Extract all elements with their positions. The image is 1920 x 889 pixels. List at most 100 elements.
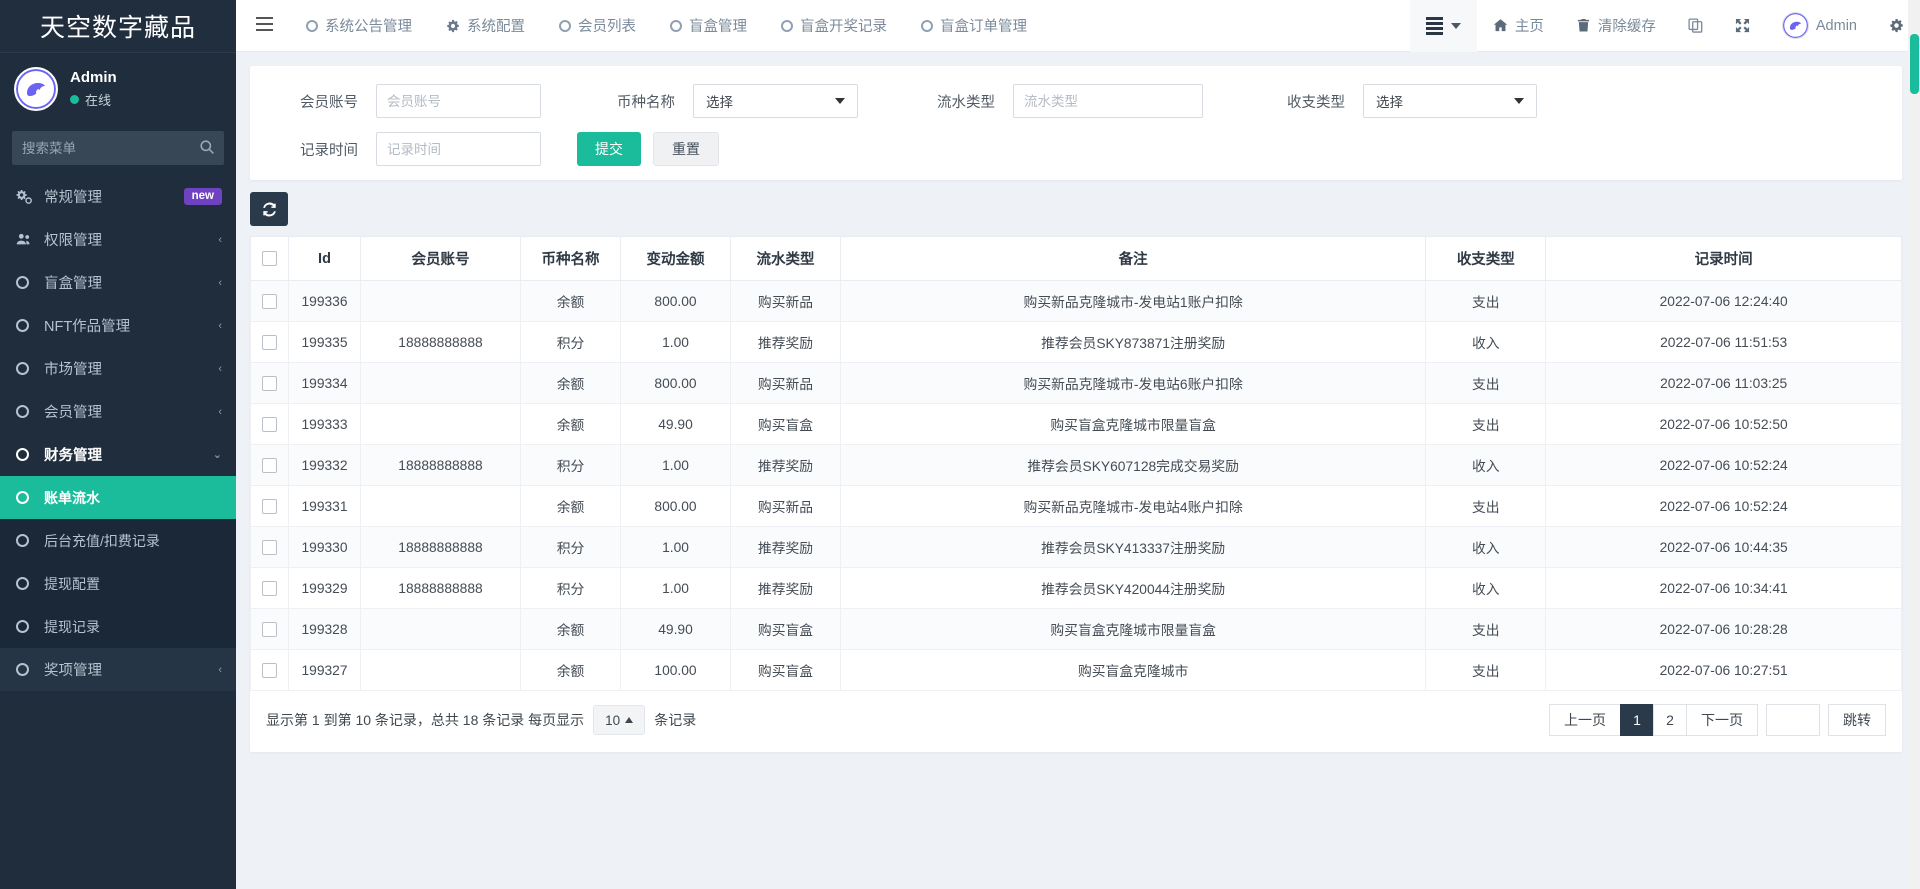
row-select[interactable] bbox=[250, 403, 289, 445]
select-all-header[interactable] bbox=[250, 236, 289, 281]
row-select[interactable] bbox=[250, 567, 289, 609]
sidebar-item-7[interactable]: 账单流水 bbox=[0, 476, 236, 519]
table-row[interactable]: 199334 余额 800.00 购买新品 购买新品克隆城市-发电站6账户扣除 支出 202… bbox=[250, 362, 1902, 404]
topbar-action-copy-icon[interactable] bbox=[1672, 0, 1719, 52]
table-row[interactable]: 199328 余额 49.90 购买盲盒 购买盲盒克隆城市限量盲盒 支出 2022-07-0… bbox=[250, 608, 1902, 650]
account-input[interactable] bbox=[376, 84, 541, 118]
sidebar-item-8[interactable]: 后台充值/扣费记录 bbox=[0, 519, 236, 562]
row-select[interactable] bbox=[250, 321, 289, 363]
row-select[interactable] bbox=[250, 362, 289, 404]
cell-time: 2022-07-06 10:27:51 bbox=[1545, 649, 1902, 691]
sidebar-item-3[interactable]: NFT作品管理 ‹ bbox=[0, 304, 236, 347]
table-row[interactable]: 199330 18888888888 积分 1.00 推荐奖励 推荐会员SKY413337… bbox=[250, 526, 1902, 568]
cell-account bbox=[360, 485, 521, 527]
sidebar-item-2[interactable]: 盲盒管理 ‹ bbox=[0, 261, 236, 304]
row-checkbox[interactable] bbox=[262, 334, 277, 350]
search-input[interactable] bbox=[12, 131, 224, 165]
table-body: 199336 余额 800.00 购买新品 购买新品克隆城市-发电站1账户扣除 支出 202… bbox=[250, 280, 1902, 691]
topbar-action-label: 主页 bbox=[1514, 19, 1544, 35]
reset-button[interactable]: 重置 bbox=[653, 132, 719, 166]
row-select[interactable] bbox=[250, 485, 289, 527]
row-select[interactable] bbox=[250, 608, 289, 650]
currency-select-value: 选择 bbox=[706, 95, 733, 110]
jump-page-input[interactable] bbox=[1766, 704, 1820, 736]
row-checkbox[interactable] bbox=[262, 375, 277, 391]
next-page-button[interactable]: 下一页 bbox=[1686, 704, 1758, 736]
table-row[interactable]: 199332 18888888888 积分 1.00 推荐奖励 推荐会员SKY607128… bbox=[250, 444, 1902, 486]
row-checkbox[interactable] bbox=[262, 457, 277, 473]
sidebar-item-11[interactable]: 奖项管理 ‹ bbox=[0, 648, 236, 691]
topnav-item-2[interactable]: 会员列表 bbox=[542, 0, 653, 52]
sidebar-item-1[interactable]: 权限管理 ‹ bbox=[0, 218, 236, 261]
hamburger-icon[interactable] bbox=[236, 16, 289, 36]
prev-page-button[interactable]: 上一页 bbox=[1549, 704, 1621, 736]
filter-flow-type: 流水类型 bbox=[858, 84, 1203, 118]
flow-type-input[interactable] bbox=[1013, 84, 1203, 118]
topnav-item-3[interactable]: 盲盒管理 bbox=[653, 0, 764, 52]
cell-currency: 余额 bbox=[520, 280, 621, 322]
cell-flow-type: 购买新品 bbox=[730, 362, 841, 404]
row-checkbox[interactable] bbox=[262, 621, 277, 637]
page-size-value: 10 bbox=[605, 712, 621, 728]
topnav-item-5[interactable]: 盲盒订单管理 bbox=[904, 0, 1044, 52]
settings-gear-icon bbox=[1889, 18, 1904, 33]
cell-amount: 1.00 bbox=[620, 321, 731, 363]
topbar-action-bars-dropdown-icon[interactable] bbox=[1409, 0, 1477, 52]
page-size-select[interactable]: 10 bbox=[593, 705, 646, 735]
refresh-button[interactable] bbox=[250, 192, 288, 226]
cell-account: 18888888888 bbox=[360, 444, 521, 486]
topbar-action-label: Admin bbox=[1815, 17, 1857, 34]
page-scrollbar[interactable] bbox=[1908, 0, 1920, 889]
sidebar-item-label: 后台充值/扣费记录 bbox=[44, 532, 160, 549]
table-row[interactable]: 199331 余额 800.00 购买新品 购买新品克隆城市-发电站4账户扣除 支出 202… bbox=[250, 485, 1902, 527]
row-checkbox[interactable] bbox=[262, 662, 277, 678]
sidebar-item-0[interactable]: 常规管理 new bbox=[0, 175, 236, 218]
page-button-1[interactable]: 1 bbox=[1620, 704, 1654, 736]
row-select[interactable] bbox=[250, 649, 289, 691]
currency-select[interactable]: 选择 bbox=[693, 84, 858, 118]
table-row[interactable]: 199336 余额 800.00 购买新品 购买新品克隆城市-发电站1账户扣除 支出 202… bbox=[250, 280, 1902, 322]
topbar-action-home-icon[interactable]: 主页 bbox=[1477, 0, 1560, 52]
topbar-action-trash-icon[interactable]: 清除缓存 bbox=[1560, 0, 1672, 52]
row-checkbox[interactable] bbox=[262, 580, 277, 596]
sidebar-search-box[interactable] bbox=[12, 131, 224, 165]
select-all-checkbox[interactable] bbox=[262, 251, 277, 267]
row-checkbox[interactable] bbox=[262, 293, 277, 309]
cell-id: 199327 bbox=[288, 649, 361, 691]
table-row[interactable]: 199329 18888888888 积分 1.00 推荐奖励 推荐会员SKY420044… bbox=[250, 567, 1902, 609]
io-type-select[interactable]: 选择 bbox=[1363, 84, 1537, 118]
row-select[interactable] bbox=[250, 444, 289, 486]
column-header-7: 收支类型 bbox=[1425, 236, 1547, 281]
jump-button[interactable]: 跳转 bbox=[1828, 704, 1886, 736]
topnav-item-1[interactable]: 系统配置 bbox=[429, 0, 542, 52]
row-select[interactable] bbox=[250, 526, 289, 568]
sidebar-item-10[interactable]: 提现记录 bbox=[0, 605, 236, 648]
cell-account: 18888888888 bbox=[360, 526, 521, 568]
table-row[interactable]: 199333 余额 49.90 购买盲盒 购买盲盒克隆城市限量盲盒 支出 2022-07-0… bbox=[250, 403, 1902, 445]
record-time-input[interactable] bbox=[376, 132, 541, 166]
sidebar-item-6[interactable]: 财务管理 ⌄ bbox=[0, 433, 236, 476]
topbar-action-avatar-icon[interactable]: Admin bbox=[1766, 0, 1873, 52]
cell-account bbox=[360, 403, 521, 445]
sidebar-item-5[interactable]: 会员管理 ‹ bbox=[0, 390, 236, 433]
table-row[interactable]: 199335 18888888888 积分 1.00 推荐奖励 推荐会员SKY873871… bbox=[250, 321, 1902, 363]
cell-io-type: 收入 bbox=[1425, 444, 1547, 486]
row-select[interactable] bbox=[250, 280, 289, 322]
table-row[interactable]: 199327 余额 100.00 购买盲盒 购买盲盒克隆城市 支出 2022-07-06 1… bbox=[250, 649, 1902, 691]
page-button-2[interactable]: 2 bbox=[1653, 704, 1687, 736]
row-checkbox[interactable] bbox=[262, 416, 277, 432]
circle-icon bbox=[921, 19, 933, 32]
circle-icon bbox=[16, 491, 38, 504]
sidebar-item-9[interactable]: 提现配置 bbox=[0, 562, 236, 605]
sidebar-item-4[interactable]: 市场管理 ‹ bbox=[0, 347, 236, 390]
cell-flow-type: 购买新品 bbox=[730, 485, 841, 527]
search-icon[interactable] bbox=[199, 139, 215, 160]
row-checkbox[interactable] bbox=[262, 498, 277, 514]
scrollbar-thumb[interactable] bbox=[1910, 34, 1919, 94]
sidebar-item-label: 市场管理 bbox=[44, 362, 102, 378]
row-checkbox[interactable] bbox=[262, 539, 277, 555]
topnav-item-0[interactable]: 系统公告管理 bbox=[289, 0, 429, 52]
submit-button[interactable]: 提交 bbox=[577, 132, 641, 166]
topbar-action-fullscreen-icon[interactable] bbox=[1719, 0, 1766, 52]
topnav-item-4[interactable]: 盲盒开奖记录 bbox=[764, 0, 904, 52]
